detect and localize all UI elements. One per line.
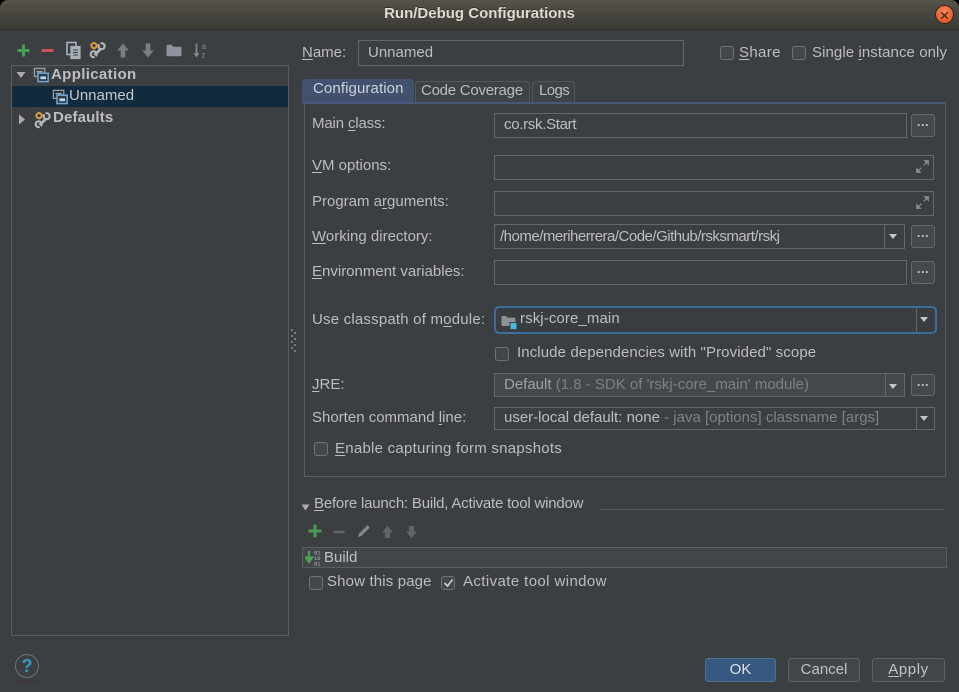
svg-text:z: z xyxy=(202,51,206,60)
svg-text:01: 01 xyxy=(314,561,321,567)
